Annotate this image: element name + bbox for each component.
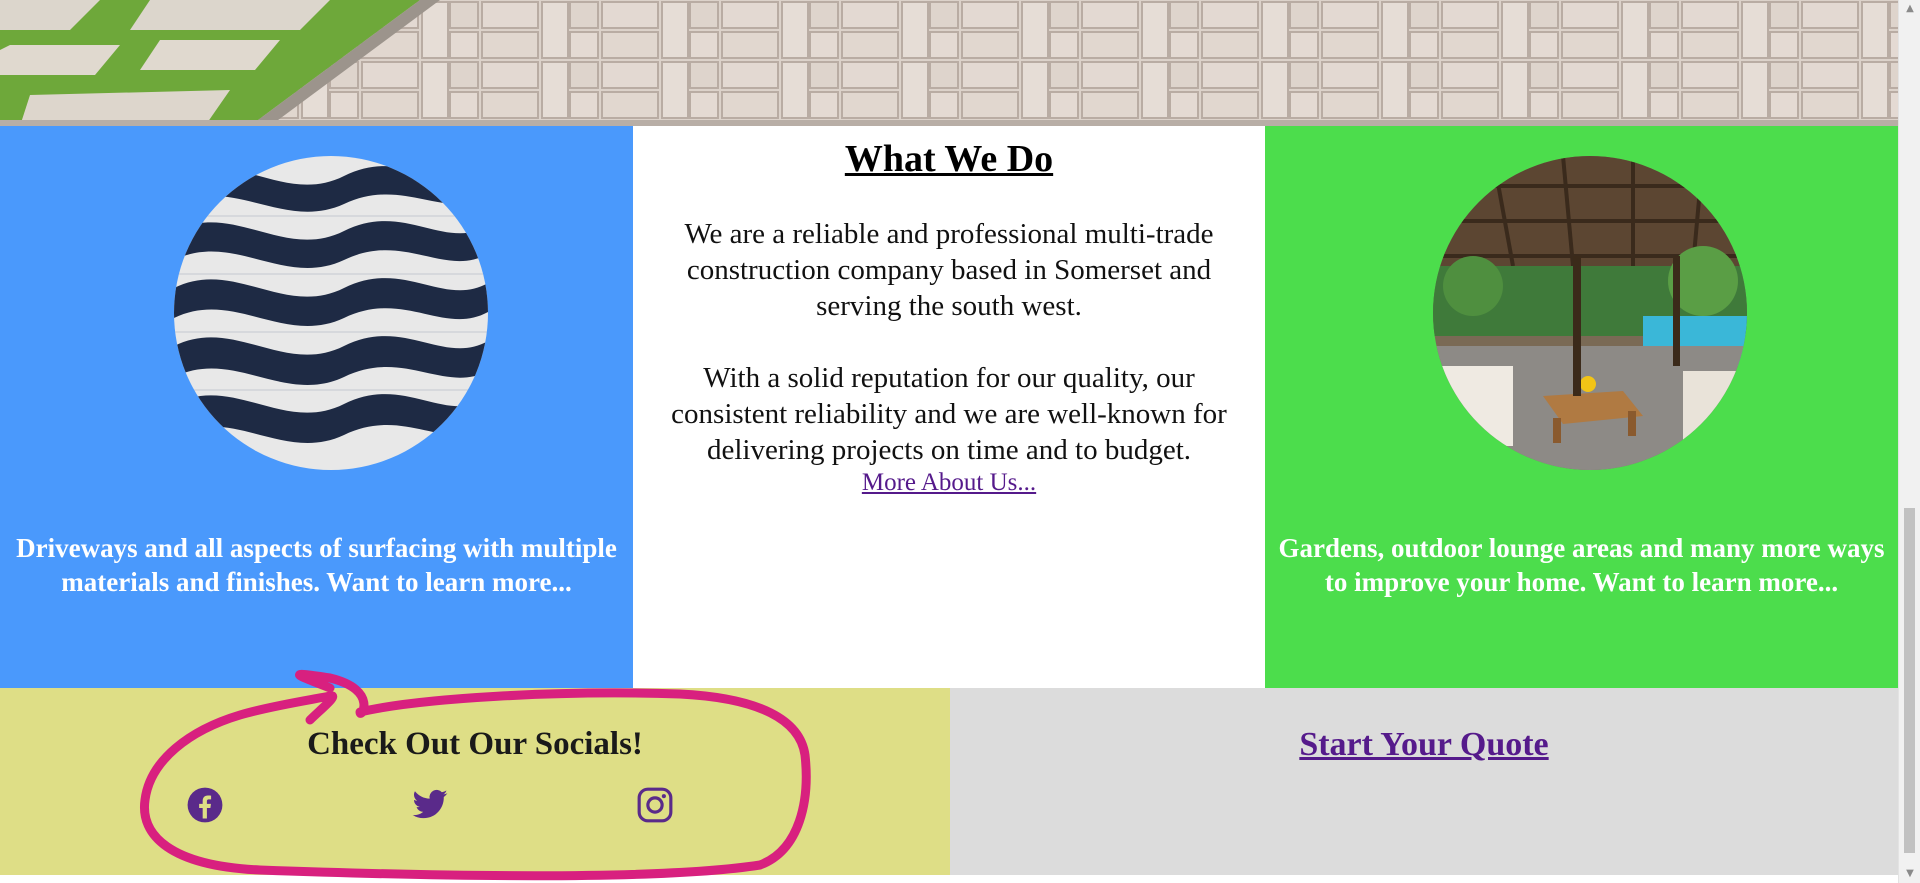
what-we-do-paragraph-1: We are a reliable and professional multi… (684, 218, 1214, 322)
scroll-down-arrow-icon[interactable]: ▼ (1899, 865, 1920, 883)
vertical-scrollbar[interactable]: ▲ ▼ (1898, 0, 1920, 883)
what-we-do-title: What We Do (844, 138, 1054, 180)
quote-panel: Start Your Quote (950, 688, 1898, 875)
features-row: Driveways and all aspects of surfacing w… (0, 126, 1898, 688)
gardens-caption[interactable]: Gardens, outdoor lounge areas and many m… (1275, 531, 1888, 599)
gardens-panel[interactable]: Gardens, outdoor lounge areas and many m… (1265, 126, 1898, 688)
what-we-do-panel: What We Do We are a reliable and profess… (633, 126, 1265, 688)
facebook-icon[interactable] (186, 786, 224, 824)
driveways-panel[interactable]: Driveways and all aspects of surfacing w… (0, 126, 633, 688)
bottom-row: Check Out Our Socials! Start Your Quote (0, 688, 1898, 875)
hero-image (0, 0, 1898, 126)
instagram-icon[interactable] (636, 786, 674, 824)
more-about-us-link[interactable]: More About Us... (633, 468, 1265, 498)
socials-title: Check Out Our Socials! (307, 726, 643, 762)
gardens-image[interactable] (1433, 156, 1747, 470)
driveways-image[interactable] (174, 156, 488, 470)
scrollbar-thumb[interactable] (1904, 508, 1915, 853)
twitter-icon[interactable] (411, 786, 449, 824)
start-your-quote-link[interactable]: Start Your Quote (950, 726, 1898, 764)
socials-panel: Check Out Our Socials! (0, 688, 950, 875)
driveways-caption[interactable]: Driveways and all aspects of surfacing w… (10, 531, 623, 599)
page: Driveways and all aspects of surfacing w… (0, 0, 1920, 883)
what-we-do-paragraph-2: With a solid reputation for our quality,… (671, 362, 1227, 466)
scroll-up-arrow-icon[interactable]: ▲ (1899, 0, 1920, 18)
